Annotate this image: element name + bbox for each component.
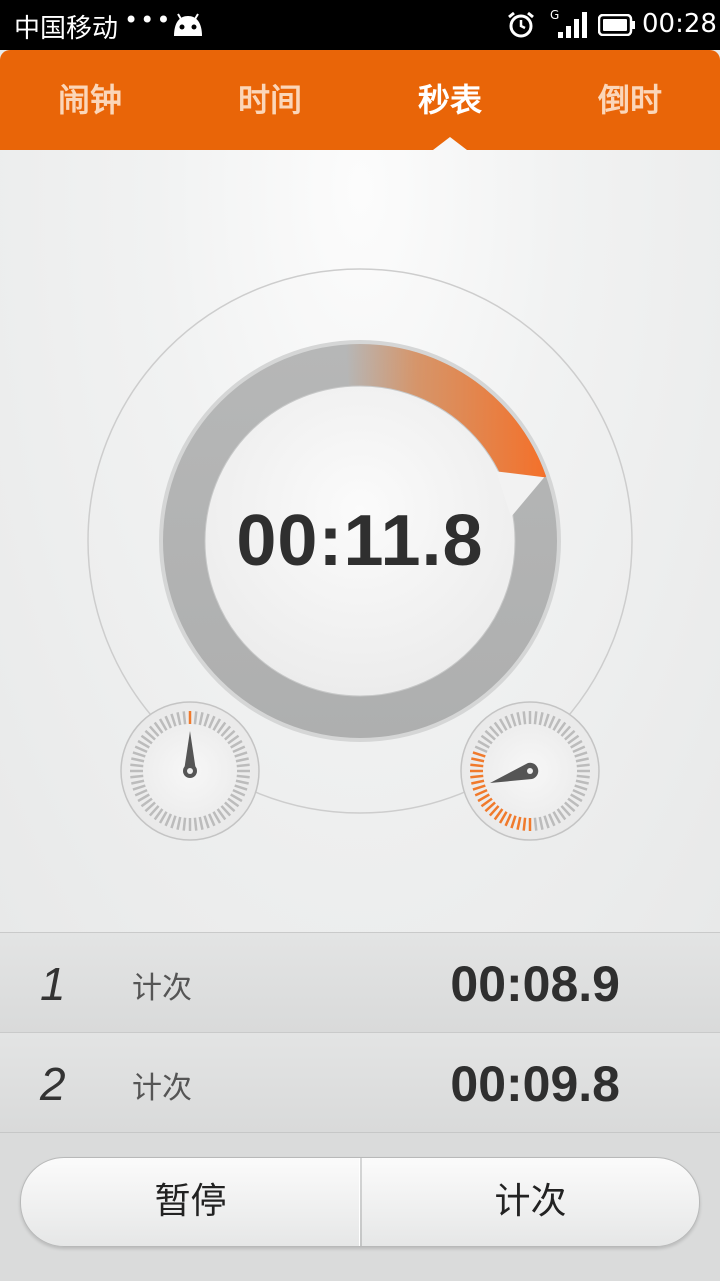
tick-mark [193, 817, 198, 831]
control-group: 暂停 计次 [20, 1157, 700, 1247]
lap-label: 计次 [132, 1071, 192, 1106]
tab-stopwatch[interactable]: 秒表 [360, 50, 540, 150]
carrier-name: 中国移动 [14, 14, 119, 44]
active-tab-indicator [433, 137, 467, 150]
tab-timer[interactable]: 倒时 [540, 50, 720, 150]
tab-clock[interactable]: 时间 [180, 50, 360, 150]
tick-mark-active [522, 817, 527, 831]
elapsed-time: 00:11.8 [236, 501, 484, 581]
tick-mark [236, 774, 250, 779]
notification-dots: ••• [124, 6, 173, 34]
status-bar: 中国移动 ••• G 00:28 [0, 0, 720, 50]
tick-mark [130, 763, 144, 768]
tick-mark [533, 817, 538, 831]
lap-number: 1 [40, 958, 66, 1010]
tick-mark-active [470, 763, 484, 768]
lap-label: 计次 [132, 971, 192, 1006]
tab-bar: 闹钟 时间 秒表 倒时 [0, 50, 720, 150]
stopwatch-panel: 00:11.8 [0, 150, 720, 932]
tick-mark [236, 763, 250, 768]
tick-mark [522, 711, 527, 725]
lap-time: 00:08.9 [450, 956, 620, 1012]
tick-mark-active [470, 774, 484, 779]
lap-number: 2 [40, 1058, 66, 1110]
pause-button[interactable]: 暂停 [21, 1158, 360, 1246]
tick-mark [130, 774, 144, 779]
status-clock: 00:28 [642, 9, 717, 39]
tick-mark [533, 711, 538, 725]
signal-icon: G [550, 8, 587, 38]
alarm-icon [508, 11, 534, 38]
tick-mark [576, 774, 590, 779]
svg-text:G: G [550, 8, 559, 22]
tab-alarm[interactable]: 闹钟 [0, 50, 180, 150]
lap-button[interactable]: 计次 [361, 1158, 699, 1246]
tick-mark [182, 711, 187, 725]
tick-mark [182, 817, 187, 831]
tick-mark [576, 763, 590, 768]
minutes-subdial [120, 701, 260, 841]
list-item: 2 计次 00:09.8 [0, 1032, 720, 1132]
lap-time: 00:09.8 [450, 1056, 620, 1112]
list-item: 1 计次 00:08.9 [0, 932, 720, 1032]
tenths-subdial [460, 701, 600, 841]
tick-mark [193, 711, 198, 725]
battery-icon [598, 14, 635, 36]
android-icon [174, 13, 202, 36]
control-bar: 暂停 计次 [0, 1132, 720, 1281]
